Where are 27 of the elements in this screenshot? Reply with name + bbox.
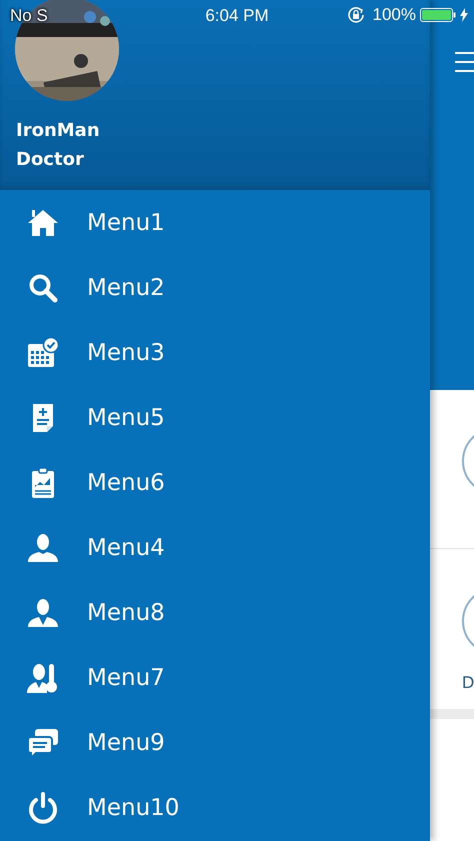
user-name: IronMan [16, 119, 100, 143]
menu-item[interactable]: Menu4 [87, 534, 165, 560]
search-icon [26, 272, 58, 304]
menu-item[interactable]: Menu7 [87, 664, 165, 690]
separator-bar [430, 709, 474, 719]
menu-item[interactable]: Menu10 [87, 794, 180, 820]
power-icon [26, 792, 58, 824]
card-label: D [462, 673, 474, 693]
rotation-lock-icon [346, 6, 365, 24]
menu-icon[interactable] [455, 50, 474, 74]
menu-item[interactable]: Menu5 [87, 404, 165, 430]
battery-icon [420, 8, 456, 22]
menu-item[interactable]: Menu3 [87, 340, 165, 366]
menu-item[interactable]: Menu6 [87, 470, 165, 496]
user-role: Doctor [16, 148, 85, 172]
clock-text: 6:04 PM [205, 6, 269, 26]
chat-bubbles-icon [26, 726, 58, 758]
carrier-text: No S [10, 6, 48, 26]
calendar-icon [26, 336, 58, 368]
businessman-icon [26, 596, 58, 628]
menu-item[interactable]: Menu9 [87, 730, 165, 756]
menu-item[interactable]: Menu2 [87, 274, 165, 300]
menu-item[interactable]: Menu8 [87, 600, 165, 626]
person-icon [26, 532, 58, 564]
menu-item[interactable]: Menu1 [87, 210, 165, 236]
doctor-thermometer-icon [26, 662, 58, 694]
battery-percent: 100% [372, 5, 416, 25]
